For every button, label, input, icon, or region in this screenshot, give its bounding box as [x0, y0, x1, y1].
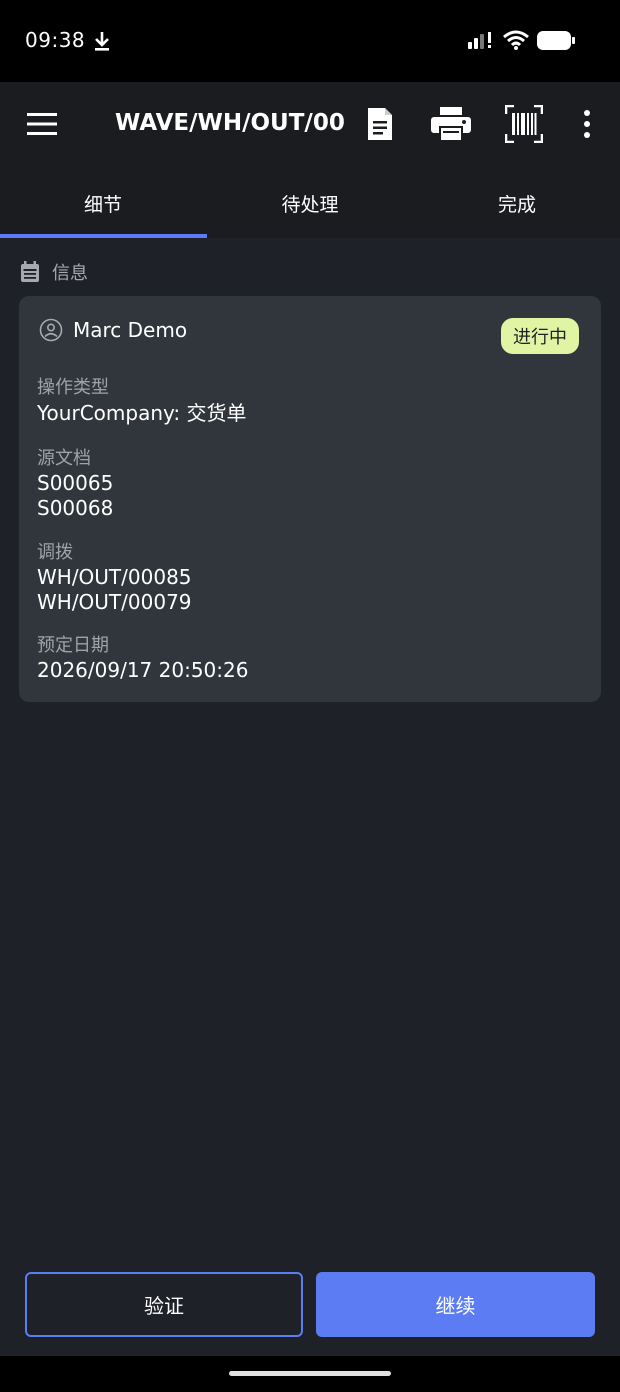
tab-details[interactable]: 细节 [0, 168, 206, 238]
source-document-value-2: S00068 [37, 496, 114, 520]
transfer-value-1: WH/OUT/00085 [37, 565, 192, 589]
document-icon[interactable] [366, 106, 394, 142]
wifi-icon [503, 30, 529, 50]
page-title: WAVE/WH/OUT/00010 [115, 110, 345, 136]
tab-pending[interactable]: 待处理 [207, 168, 413, 238]
section-title: 信息 [52, 263, 88, 284]
operation-type-value: YourCompany: 交货单 [37, 401, 247, 425]
transfers-label: 调拨 [37, 542, 73, 563]
source-document-label: 源文档 [37, 448, 91, 469]
print-icon[interactable] [430, 106, 472, 142]
signal-icon [468, 32, 491, 49]
scheduled-date-label: 预定日期 [37, 635, 109, 656]
menu-icon[interactable] [26, 111, 58, 137]
operation-type-label: 操作类型 [37, 377, 109, 398]
status-time: 09:38 [25, 28, 86, 52]
transfer-value-2: WH/OUT/00079 [37, 590, 192, 614]
source-document-value-1: S00065 [37, 471, 114, 495]
barcode-scan-icon[interactable] [505, 105, 543, 143]
calendar-icon [21, 261, 39, 282]
validate-button[interactable]: 验证 [25, 1272, 303, 1337]
continue-button[interactable]: 继续 [316, 1272, 595, 1337]
info-card: Marc Demo 进行中 操作类型 YourCompany: 交货单 源文档 … [19, 296, 601, 702]
app-bar: WAVE/WH/OUT/00010 [0, 82, 620, 168]
scheduled-date-value: 2026/09/17 20:50:26 [37, 658, 249, 682]
status-badge: 进行中 [501, 318, 579, 354]
more-vertical-icon[interactable] [580, 108, 594, 140]
download-icon [95, 32, 109, 51]
status-bar: 09:38 [0, 0, 620, 82]
user-icon [39, 318, 63, 342]
section-header: 信息 [20, 258, 88, 286]
user-name: Marc Demo [73, 318, 188, 342]
system-nav-bar [0, 1356, 620, 1392]
tab-done[interactable]: 完成 [414, 168, 620, 238]
home-indicator[interactable] [229, 1371, 391, 1376]
user-row: Marc Demo [39, 318, 187, 342]
tab-bar: 细节 待处理 完成 [0, 168, 620, 238]
active-tab-indicator [0, 234, 207, 238]
battery-icon [537, 31, 575, 50]
